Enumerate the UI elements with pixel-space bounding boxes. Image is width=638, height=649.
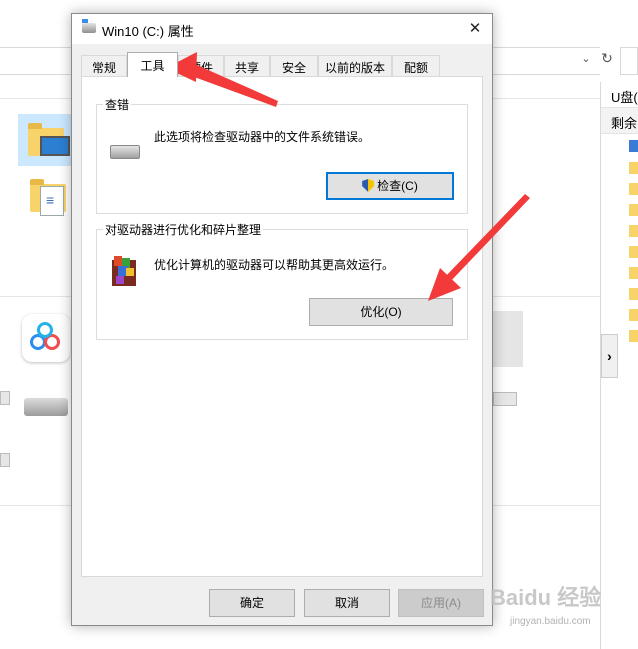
close-button[interactable]: ✕ bbox=[462, 17, 488, 41]
folder-icon bbox=[629, 288, 638, 300]
error-checking-description: 此选项将检查驱动器中的文件系统错误。 bbox=[154, 130, 371, 144]
defrag-icon bbox=[110, 254, 138, 286]
drive-icon bbox=[110, 145, 140, 159]
address-dropdown-icon[interactable]: ⌄ bbox=[578, 52, 594, 68]
optimize-button[interactable]: 优化(O) bbox=[309, 298, 453, 326]
optimize-description: 优化计算机的驱动器可以帮助其更高效运行。 bbox=[154, 258, 395, 272]
expand-chevron-icon[interactable]: › bbox=[601, 334, 618, 378]
folder-icon bbox=[629, 309, 638, 321]
folder-icon bbox=[629, 267, 638, 279]
dialog-title: Win10 (C:) 属性 bbox=[102, 24, 194, 39]
uac-shield-icon bbox=[362, 179, 375, 192]
ok-button[interactable]: 确定 bbox=[209, 589, 295, 617]
check-button[interactable]: 检查(C) bbox=[326, 172, 454, 200]
watermark-text: Baidu 经验 bbox=[490, 585, 602, 610]
document-icon bbox=[40, 186, 64, 216]
watermark-subtext: jingyan.baidu.com bbox=[510, 616, 591, 627]
tab-previous-versions[interactable]: 以前的版本 bbox=[318, 55, 392, 76]
folder-icon bbox=[629, 204, 638, 216]
error-checking-label: 查错 bbox=[103, 96, 132, 113]
drive-usage-bar bbox=[493, 392, 517, 406]
apply-button[interactable]: 应用(A) bbox=[398, 589, 484, 617]
folder-icon bbox=[629, 246, 638, 258]
tools-tab-panel: 查错 此选项将检查驱动器中的文件系统错误。 检查(C) 对驱动器进行优化和碎片整… bbox=[81, 76, 483, 577]
watermark: Baidu 经验 jingyan.baidu.com bbox=[490, 580, 636, 636]
folder-icon bbox=[629, 330, 638, 342]
drive-icon[interactable] bbox=[24, 398, 68, 416]
drive-usage-bar bbox=[0, 453, 10, 467]
drive-icon bbox=[82, 19, 96, 33]
tab-sharing[interactable]: 共享 bbox=[224, 55, 270, 76]
tab-hardware[interactable]: 硬件 bbox=[178, 55, 224, 76]
optimize-group: 对驱动器进行优化和碎片整理 优化计算机的驱动器可以帮助其更高效运行。 优化(O) bbox=[96, 221, 468, 340]
selected-item-highlight bbox=[493, 311, 523, 367]
folder-icon bbox=[629, 162, 638, 174]
drive-properties-dialog: Win10 (C:) 属性 ✕ 常规 工具 硬件 共享 安全 以前的版本 配额 … bbox=[71, 13, 493, 626]
optimize-label: 对驱动器进行优化和碎片整理 bbox=[103, 221, 264, 238]
baidu-netdisk-icon[interactable] bbox=[22, 314, 70, 362]
check-button-label: 检查(C) bbox=[377, 179, 418, 193]
folder-icon bbox=[629, 225, 638, 237]
explorer-search-box[interactable] bbox=[620, 47, 638, 75]
dialog-titlebar[interactable]: Win10 (C:) 属性 ✕ bbox=[72, 14, 492, 44]
tab-quota[interactable]: 配额 bbox=[392, 55, 440, 76]
tab-tools[interactable]: 工具 bbox=[127, 52, 178, 77]
free-space-header[interactable]: 剩余 bbox=[601, 108, 638, 134]
drive-usage-bar bbox=[0, 391, 10, 405]
usb-drive-header[interactable]: U盘( bbox=[601, 82, 638, 108]
cancel-button[interactable]: 取消 bbox=[304, 589, 390, 617]
tab-security[interactable]: 安全 bbox=[270, 55, 318, 76]
desktop-folder-item[interactable] bbox=[18, 114, 72, 166]
desktop-icon bbox=[40, 136, 70, 156]
error-checking-group: 查错 此选项将检查驱动器中的文件系统错误。 检查(C) bbox=[96, 96, 468, 214]
folder-icon bbox=[629, 140, 638, 152]
folder-icon bbox=[629, 183, 638, 195]
refresh-icon[interactable]: ↻ bbox=[596, 50, 618, 72]
tab-general[interactable]: 常规 bbox=[81, 55, 127, 76]
